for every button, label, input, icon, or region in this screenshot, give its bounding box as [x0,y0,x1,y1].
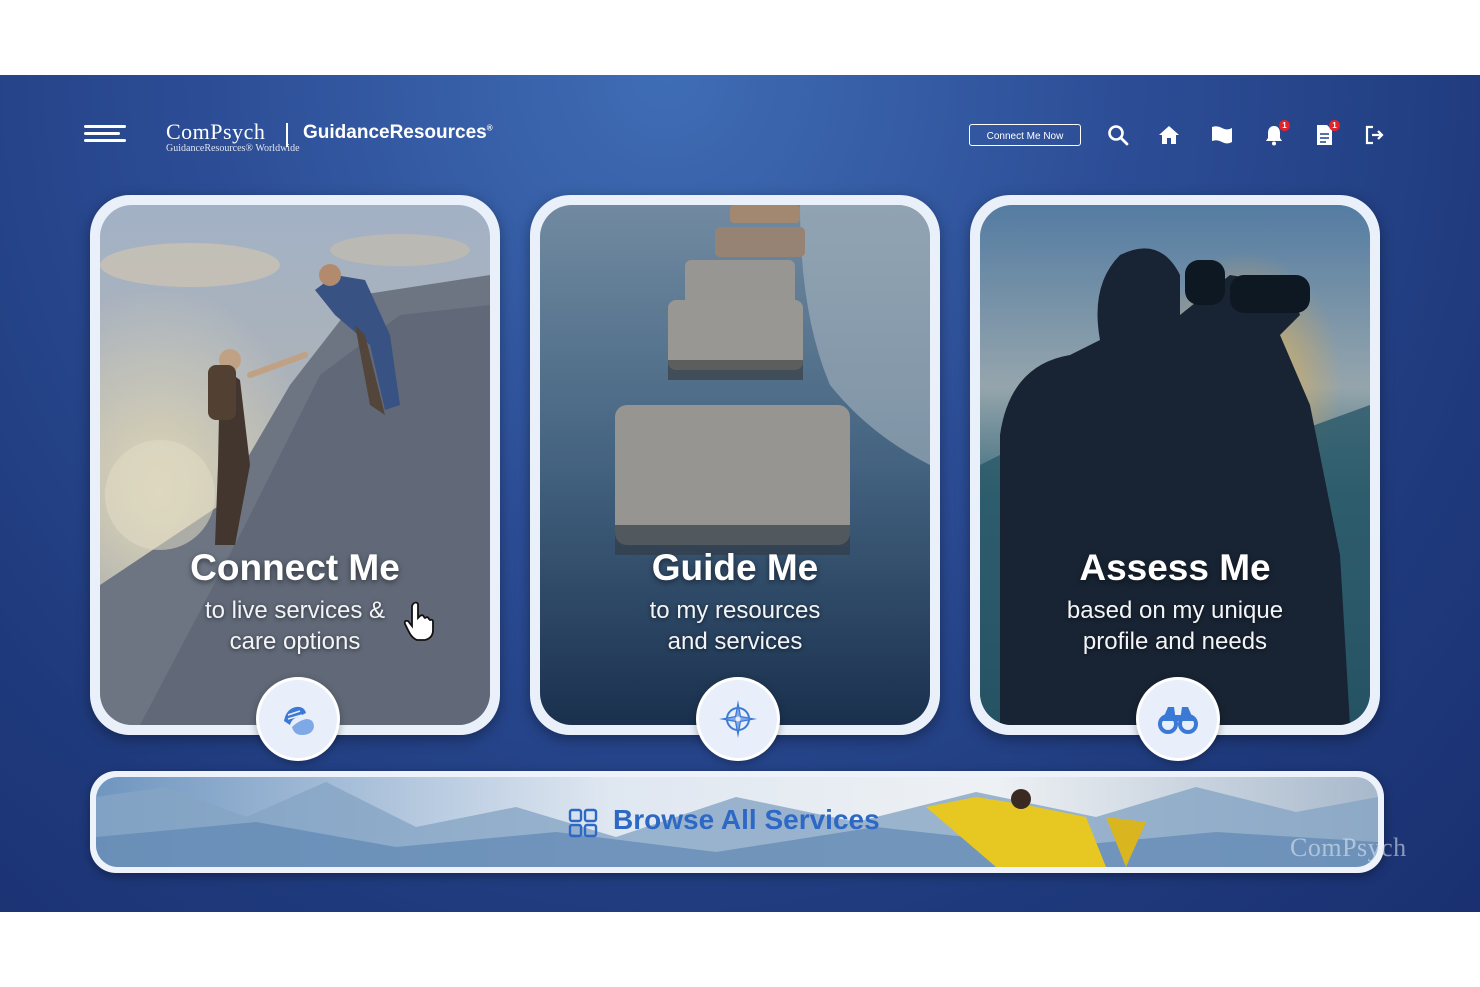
card-subtitle: to my resources and services [530,595,940,657]
menu-icon[interactable] [84,125,126,143]
document-icon[interactable]: 1 [1312,120,1340,147]
assess-me-card[interactable]: Assess Me based on my unique profile and… [970,195,1380,761]
helping-hands-button[interactable] [256,677,340,761]
flag-icon[interactable] [1210,123,1234,147]
watermark-logo: ComPsych [1290,833,1407,862]
card-title: Guide Me [651,547,819,588]
compass-button[interactable] [696,677,780,761]
hand-cursor-icon [403,600,437,642]
card-title: Connect Me [190,547,400,588]
search-icon[interactable] [1106,123,1130,147]
home-icon[interactable] [1157,123,1181,147]
connect-me-card[interactable]: Connect Me to live services & care optio… [90,195,500,761]
card-subtitle-line: to my resources [649,597,821,624]
top-navigation: ComPsych GuidanceResources® Worldwide Gu… [0,75,1480,195]
product-mark: ® [486,123,493,133]
logo-divider [286,123,288,147]
product-name: GuidanceResources® [303,122,493,143]
card-subtitle: based on my unique profile and needs [970,595,1380,657]
card-subtitle-line: profile and needs [1082,628,1268,655]
helping-hands-icon [284,706,314,735]
guide-me-card[interactable]: Guide Me to my resources and services [530,195,940,761]
binoculars-button[interactable] [1136,677,1220,761]
card-subtitle-line: care options [229,628,361,655]
compass-icon [719,700,757,738]
messages-badge: 1 [1329,120,1340,131]
card-subtitle-line: to live services & [204,597,386,624]
browse-all-services-banner[interactable]: Browse All Services [90,771,1384,873]
browse-all-services-label: Browse All Services [613,804,880,835]
card-subtitle-line: and services [667,628,803,655]
brand-tagline: GuidanceResources® Worldwide [166,143,300,154]
brand-name: ComPsych GuidanceResources® Worldwide [166,119,300,154]
card-subtitle: to live services & care options [90,595,500,657]
logout-icon[interactable] [1362,123,1386,147]
connect-me-now-button[interactable]: Connect Me Now [969,124,1081,146]
app-stage: ComPsych GuidanceResources® Worldwide Gu… [0,75,1480,912]
binoculars-icon [1158,707,1198,734]
bell-icon[interactable]: 1 [1262,120,1290,147]
notification-badge: 1 [1279,120,1290,131]
brand-logo[interactable]: ComPsych GuidanceResources® Worldwide Gu… [166,119,493,154]
card-title: Assess Me [1079,547,1271,588]
card-subtitle-line: based on my unique [1066,597,1284,624]
grid-icon [568,808,598,838]
